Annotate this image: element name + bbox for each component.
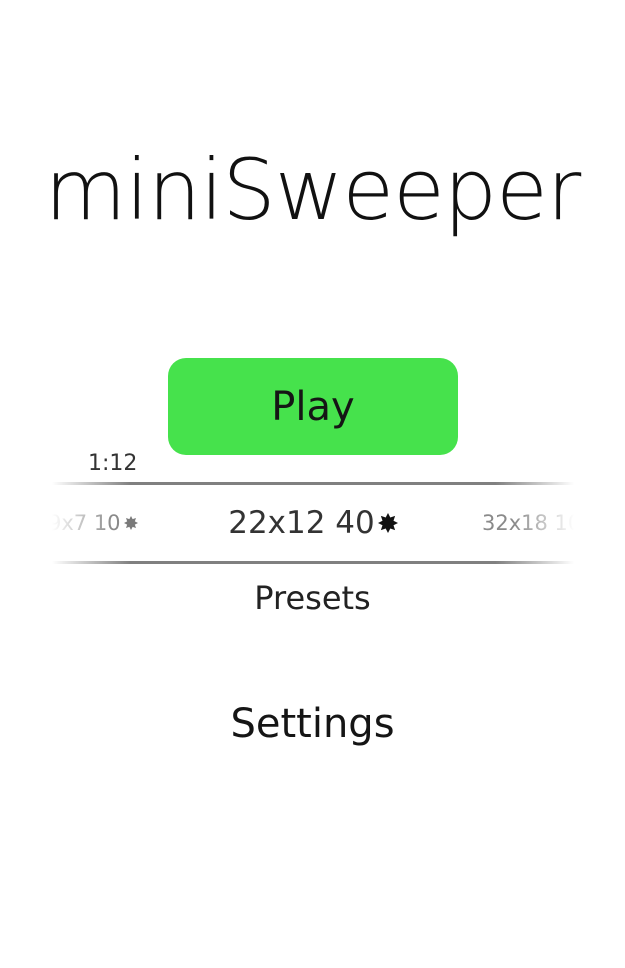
main-menu-screen: miniSweeper Play 1:12 9x7 10 22x12 40 32… [0, 0, 625, 968]
play-button-label: Play [271, 383, 355, 430]
presets-picker[interactable]: 9x7 10 22x12 40 32x18 10 [52, 482, 574, 564]
settings-button[interactable]: Settings [0, 698, 625, 750]
app-title: miniSweeper [44, 141, 582, 239]
preset-option-next[interactable]: 32x18 10 [482, 485, 574, 561]
play-button[interactable]: Play [168, 358, 458, 455]
preset-option-text: 32x18 10 [482, 511, 574, 535]
preset-option-text: 22x12 40 [228, 505, 375, 541]
mine-icon [377, 513, 398, 533]
picker-bottom-divider [52, 561, 574, 564]
best-time-label: 1:12 [88, 451, 138, 476]
presets-label: Presets [254, 579, 371, 617]
picker-viewport[interactable]: 9x7 10 22x12 40 32x18 10 [52, 485, 574, 561]
